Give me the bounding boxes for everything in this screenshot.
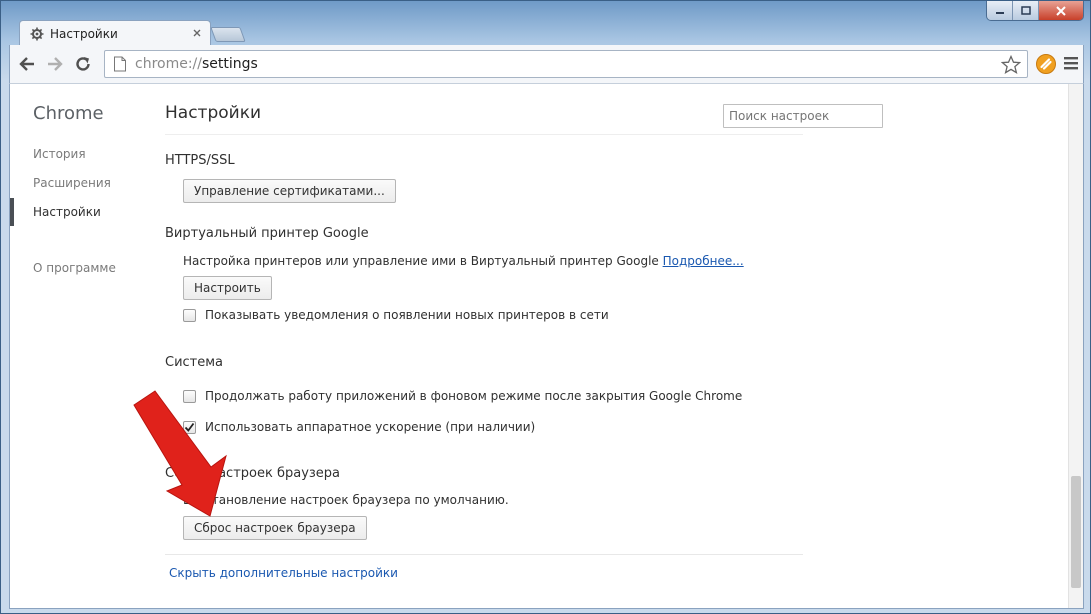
sidebar-item-settings[interactable]: Настройки [33,205,101,219]
tab-settings[interactable]: Настройки [19,20,211,46]
checkmark-icon [184,422,195,432]
window-controls [986,1,1084,21]
checkbox-label: Показывать уведомления о появлении новых… [205,308,609,322]
background-apps-checkbox[interactable] [183,389,196,403]
learn-more-link[interactable]: Подробнее... [663,254,744,268]
new-tab-button[interactable] [210,27,246,42]
scrollbar[interactable] [1068,84,1083,608]
minimize-button[interactable] [987,1,1013,20]
close-window-button[interactable] [1039,1,1083,20]
cloud-print-description: Настройка принтеров или управление ими в… [183,254,744,268]
url-text: chrome://settings [135,56,258,72]
bookmark-star-icon[interactable] [1001,55,1021,75]
printer-notifications-checkbox[interactable] [183,308,196,322]
back-arrow-icon [19,57,34,71]
scrollbar-thumb[interactable] [1071,476,1081,588]
search-settings-input[interactable] [723,104,883,128]
sidebar-item-history[interactable]: История [33,147,86,161]
extension-icon[interactable] [1035,53,1057,75]
hardware-acceleration-checkbox[interactable] [183,420,196,434]
settings-main: Настройки HTTPS/SSL Управление сертифика… [165,84,825,608]
sidebar-item-about[interactable]: О программе [33,261,116,275]
menu-icon[interactable] [1062,54,1080,72]
sidebar-selection-marker [10,198,14,226]
page-icon [114,56,126,72]
reload-icon [76,57,90,71]
divider [165,554,803,555]
maximize-button[interactable] [1013,1,1039,20]
gear-icon [30,27,44,40]
checkbox-label: Продолжать работу приложений в фоновом р… [205,389,743,403]
forward-arrow-icon [48,57,63,71]
sidebar-title: Chrome [33,103,104,124]
printer-notifications-row: Показывать уведомления о появлении новых… [183,308,609,322]
manage-certificates-button[interactable]: Управление сертификатами... [183,179,396,203]
configure-printers-button[interactable]: Настроить [183,276,272,300]
forward-button[interactable] [41,50,69,78]
sidebar-item-extensions[interactable]: Расширения [33,176,111,190]
reset-browser-button[interactable]: Сброс настроек браузера [183,516,367,540]
https-heading: HTTPS/SSL [165,153,235,168]
back-button[interactable] [13,50,41,78]
background-apps-row: Продолжать работу приложений в фоновом р… [183,389,742,403]
system-heading: Система [165,355,224,370]
sidebar: Chrome История Расширения Настройки О пр… [10,84,150,608]
minimize-icon [995,11,1004,14]
browser-toolbar: chrome://settings [9,45,1084,83]
tab-close-icon[interactable] [192,28,202,38]
maximize-icon [1020,6,1031,15]
tab-title: Настройки [50,26,118,41]
hardware-acceleration-row: Использовать аппаратное ускорение (при н… [183,420,535,434]
divider [165,134,803,135]
browser-window: Настройки chrome://settings Chrome Истор… [0,0,1091,614]
hide-advanced-settings-link[interactable]: Скрыть дополнительные настройки [169,566,398,580]
page-title: Настройки [165,103,262,123]
settings-page: Chrome История Расширения Настройки О пр… [9,83,1084,609]
checkbox-label: Использовать аппаратное ускорение (при н… [205,420,536,434]
cloud-print-heading: Виртуальный принтер Google [165,226,369,241]
reset-description: Восстановление настроек браузера по умол… [183,493,509,507]
close-icon [1056,5,1066,16]
reset-heading: Сброс настроек браузера [165,466,341,481]
address-bar[interactable]: chrome://settings [104,50,1028,78]
reload-button[interactable] [69,50,97,78]
